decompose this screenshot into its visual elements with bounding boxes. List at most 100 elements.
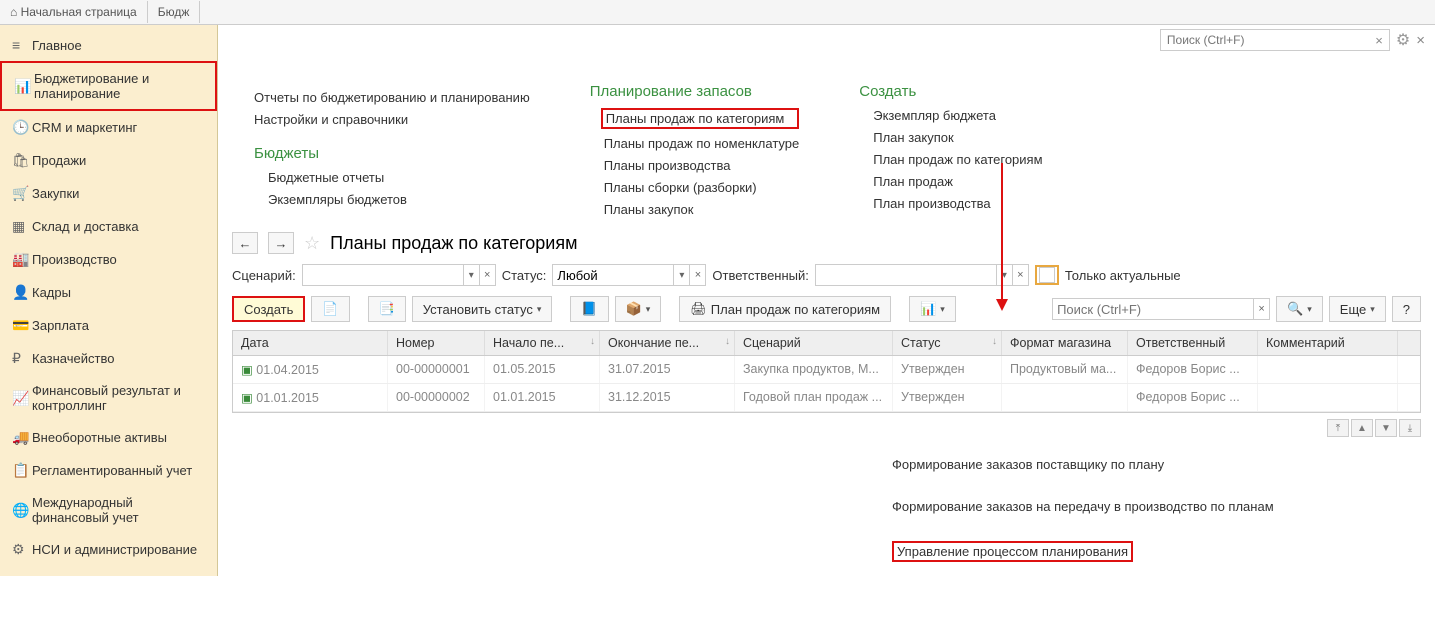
clear-icon[interactable]: × (1253, 299, 1269, 319)
close-icon[interactable]: × (1416, 32, 1425, 49)
create-button[interactable]: Создать (232, 296, 305, 322)
sidebar-item-5[interactable]: ▦Склад и доставка (0, 210, 217, 243)
sidebar-icon: ≡ (12, 37, 32, 53)
doc-icon: ▣ (241, 363, 253, 377)
plan-link-3[interactable]: Планы сборки (разборки) (604, 180, 800, 195)
link-reports[interactable]: Отчеты по бюджетированию и планированию (254, 90, 530, 105)
sidebar-item-label: НСИ и администрирование (32, 542, 205, 557)
plan-link-4[interactable]: Планы закупок (604, 202, 800, 217)
table-cell: Закупка продуктов, М... (735, 356, 893, 383)
sidebar-item-12[interactable]: 📋Регламентированный учет (0, 454, 217, 487)
sidebar-item-label: Главное (32, 38, 205, 53)
plan-link-0[interactable]: Планы продаж по категориям (601, 108, 800, 129)
column-header[interactable]: Номер (388, 331, 485, 355)
gear-icon[interactable]: ⚙ (1396, 30, 1410, 50)
responsible-combo[interactable]: ▾× (815, 264, 1029, 286)
table-row[interactable]: ▣ 01.01.201500-0000000201.01.201531.12.2… (233, 384, 1420, 412)
create-link-3[interactable]: План продаж (873, 174, 1042, 189)
status-input[interactable] (553, 265, 673, 285)
global-search-input[interactable] (1161, 31, 1369, 49)
table-cell: ▣ 01.04.2015 (233, 356, 388, 383)
duplicate-button[interactable]: 📑 (368, 296, 406, 322)
column-header[interactable]: Формат магазина (1002, 331, 1128, 355)
sidebar-icon: ▦ (12, 218, 32, 235)
sidebar-item-6[interactable]: 🏭Производство (0, 243, 217, 276)
create-link-0[interactable]: Экземпляр бюджета (873, 108, 1042, 123)
status-label: Статус: (502, 268, 547, 283)
link-settings[interactable]: Настройки и справочники (254, 112, 530, 127)
sidebar-item-label: Бюджетирование и планирование (34, 71, 203, 101)
page-down[interactable]: ▼ (1375, 419, 1397, 437)
sidebar-item-13[interactable]: 🌐Международный финансовый учет (0, 487, 217, 533)
sidebar-item-4[interactable]: 🛒Закупки (0, 177, 217, 210)
footer-link-0[interactable]: Формирование заказов поставщику по плану (892, 457, 1421, 472)
column-header[interactable]: Статус↓ (893, 331, 1002, 355)
sidebar-item-14[interactable]: ⚙НСИ и администрирование (0, 533, 217, 566)
clear-icon[interactable]: × (689, 265, 705, 285)
help-button[interactable]: ? (1392, 296, 1421, 322)
sidebar-item-3[interactable]: 🛍Продажи (0, 144, 217, 177)
footer-link-1[interactable]: Формирование заказов на передачу в произ… (892, 499, 1421, 514)
column-header[interactable]: Сценарий (735, 331, 893, 355)
sidebar-item-label: Закупки (32, 186, 205, 201)
global-search[interactable]: × (1160, 29, 1390, 51)
plan-link-1[interactable]: Планы продаж по номенклатуре (604, 136, 800, 151)
table-cell (1002, 384, 1128, 411)
create-link-1[interactable]: План закупок (873, 130, 1042, 145)
column-header[interactable]: Дата (233, 331, 388, 355)
copy-button[interactable]: 📄 (311, 296, 349, 322)
table-search-input[interactable] (1053, 299, 1253, 319)
page-first[interactable]: ⤒ (1327, 419, 1349, 437)
set-status-button[interactable]: Установить статус▾ (412, 296, 553, 322)
chevron-down-icon[interactable]: ▾ (463, 265, 479, 285)
column-header[interactable]: Окончание пе...↓ (600, 331, 735, 355)
scenario-combo[interactable]: ▾× (302, 264, 496, 286)
sidebar-item-10[interactable]: 📈Финансовый результат и контроллинг (0, 375, 217, 421)
responsible-input[interactable] (816, 265, 996, 285)
footer-link-2[interactable]: Управление процессом планирования (892, 541, 1133, 562)
page-up[interactable]: ▲ (1351, 419, 1373, 437)
plan-link-2[interactable]: Планы производства (604, 158, 800, 173)
sidebar-item-0[interactable]: ≡Главное (0, 29, 217, 61)
find-button[interactable]: 🔍▾ (1276, 296, 1323, 322)
sidebar-icon: 🕒 (12, 119, 32, 136)
create-link-2[interactable]: План продаж по категориям (873, 152, 1042, 167)
column-header[interactable]: Комментарий (1258, 331, 1398, 355)
sidebar-item-11[interactable]: 🚚Внеоборотные активы (0, 421, 217, 454)
page-last[interactable]: ⤓ (1399, 419, 1421, 437)
table-row[interactable]: ▣ 01.04.201500-0000000101.05.201531.07.2… (233, 356, 1420, 384)
task-button[interactable]: 📦▾ (615, 296, 662, 322)
create-link-4[interactable]: План производства (873, 196, 1042, 211)
sidebar-item-2[interactable]: 🕒CRM и маркетинг (0, 111, 217, 144)
report-button[interactable]: 📊▾ (909, 296, 956, 322)
sidebar-item-7[interactable]: 👤Кадры (0, 276, 217, 309)
print-plan-button[interactable]: 🖨 План продаж по категориям (679, 296, 891, 322)
more-button[interactable]: Еще▾ (1329, 296, 1386, 322)
table-cell: 31.07.2015 (600, 356, 735, 383)
tab-budgeting[interactable]: Бюдж (148, 1, 201, 23)
back-button[interactable]: ← (232, 232, 258, 254)
column-header[interactable]: Ответственный (1128, 331, 1258, 355)
scenario-input[interactable] (303, 265, 463, 285)
tab-home[interactable]: Начальная страница (0, 1, 148, 23)
link-budget-reports[interactable]: Бюджетные отчеты (268, 170, 530, 185)
sidebar-item-8[interactable]: 💳Зарплата (0, 309, 217, 342)
status-combo[interactable]: ▾× (552, 264, 706, 286)
heading-budgets: Бюджеты (254, 145, 530, 162)
chevron-down-icon[interactable]: ▾ (996, 265, 1012, 285)
sidebar-item-9[interactable]: ₽Казначейство (0, 342, 217, 375)
sidebar-icon: 🏭 (12, 251, 32, 268)
clear-icon[interactable]: × (479, 265, 495, 285)
link-budget-instances[interactable]: Экземпляры бюджетов (268, 192, 530, 207)
clear-icon[interactable]: × (1369, 33, 1389, 48)
sidebar-item-1[interactable]: 📊Бюджетирование и планирование (0, 61, 217, 111)
chevron-down-icon[interactable]: ▾ (673, 265, 689, 285)
clear-icon[interactable]: × (1012, 265, 1028, 285)
table-search[interactable]: × (1052, 298, 1270, 320)
sidebar-item-label: Продажи (32, 153, 205, 168)
actual-checkbox[interactable] (1039, 267, 1055, 283)
column-header[interactable]: Начало пе...↓ (485, 331, 600, 355)
forward-button[interactable]: → (268, 232, 294, 254)
star-icon[interactable]: ☆ (304, 233, 320, 254)
list-button[interactable]: 📘 (570, 296, 608, 322)
